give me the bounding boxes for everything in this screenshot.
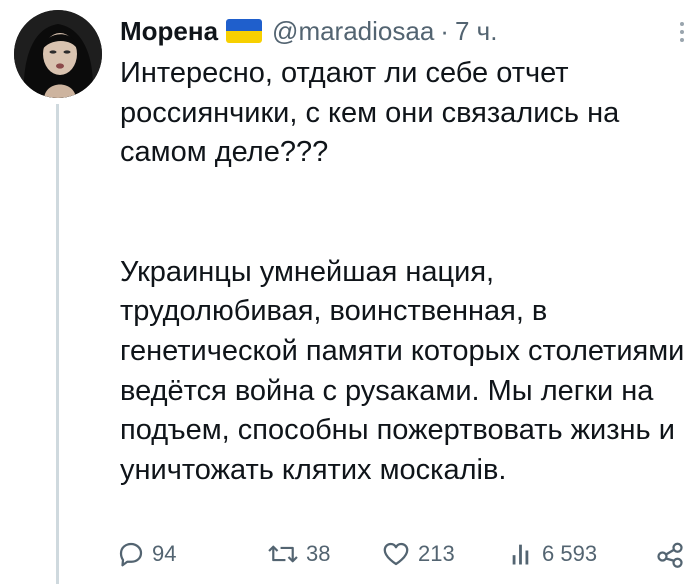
tweet[interactable]: Морена @maradiosaa · 7 ч. Интересно, отд…: [0, 0, 700, 584]
avatar-image: [14, 10, 102, 98]
tweet-paragraph-2: Украинцы умнейшая нация, трудолюбивая, в…: [120, 255, 685, 486]
avatar[interactable]: [14, 10, 102, 98]
retweet-icon: [268, 545, 298, 563]
retweet-button[interactable]: 38: [266, 536, 330, 572]
action-bar: 94 38 213 6 593: [116, 536, 692, 572]
reply-icon: [119, 542, 143, 567]
tweet-paragraph-1: Интересно, отдают ли себе отчет россиянч…: [120, 57, 620, 169]
ukraine-flag-icon: [226, 19, 263, 43]
share-button[interactable]: [654, 536, 686, 572]
views-button[interactable]: 6 593: [508, 536, 597, 572]
views-count: 6 593: [542, 541, 598, 566]
reply-button[interactable]: 94: [116, 536, 176, 572]
reply-count: 94: [152, 541, 177, 566]
like-icon: [383, 542, 409, 566]
separator-dot: ·: [440, 16, 449, 46]
share-icon: [657, 542, 683, 568]
thread-line: [56, 104, 59, 584]
tweet-timestamp[interactable]: 7 ч.: [455, 16, 497, 46]
like-count: 213: [418, 541, 455, 566]
retweet-count: 38: [306, 541, 331, 566]
author-name[interactable]: Морена: [120, 16, 218, 46]
author-handle[interactable]: @maradiosaa: [272, 16, 434, 46]
like-button[interactable]: 213: [380, 536, 455, 572]
tweet-header: Морена @maradiosaa · 7 ч.: [120, 16, 497, 46]
views-icon: [512, 544, 529, 565]
tweet-text: Интересно, отдают ли себе отчет россиянч…: [120, 54, 690, 490]
more-options-icon[interactable]: [680, 22, 686, 46]
